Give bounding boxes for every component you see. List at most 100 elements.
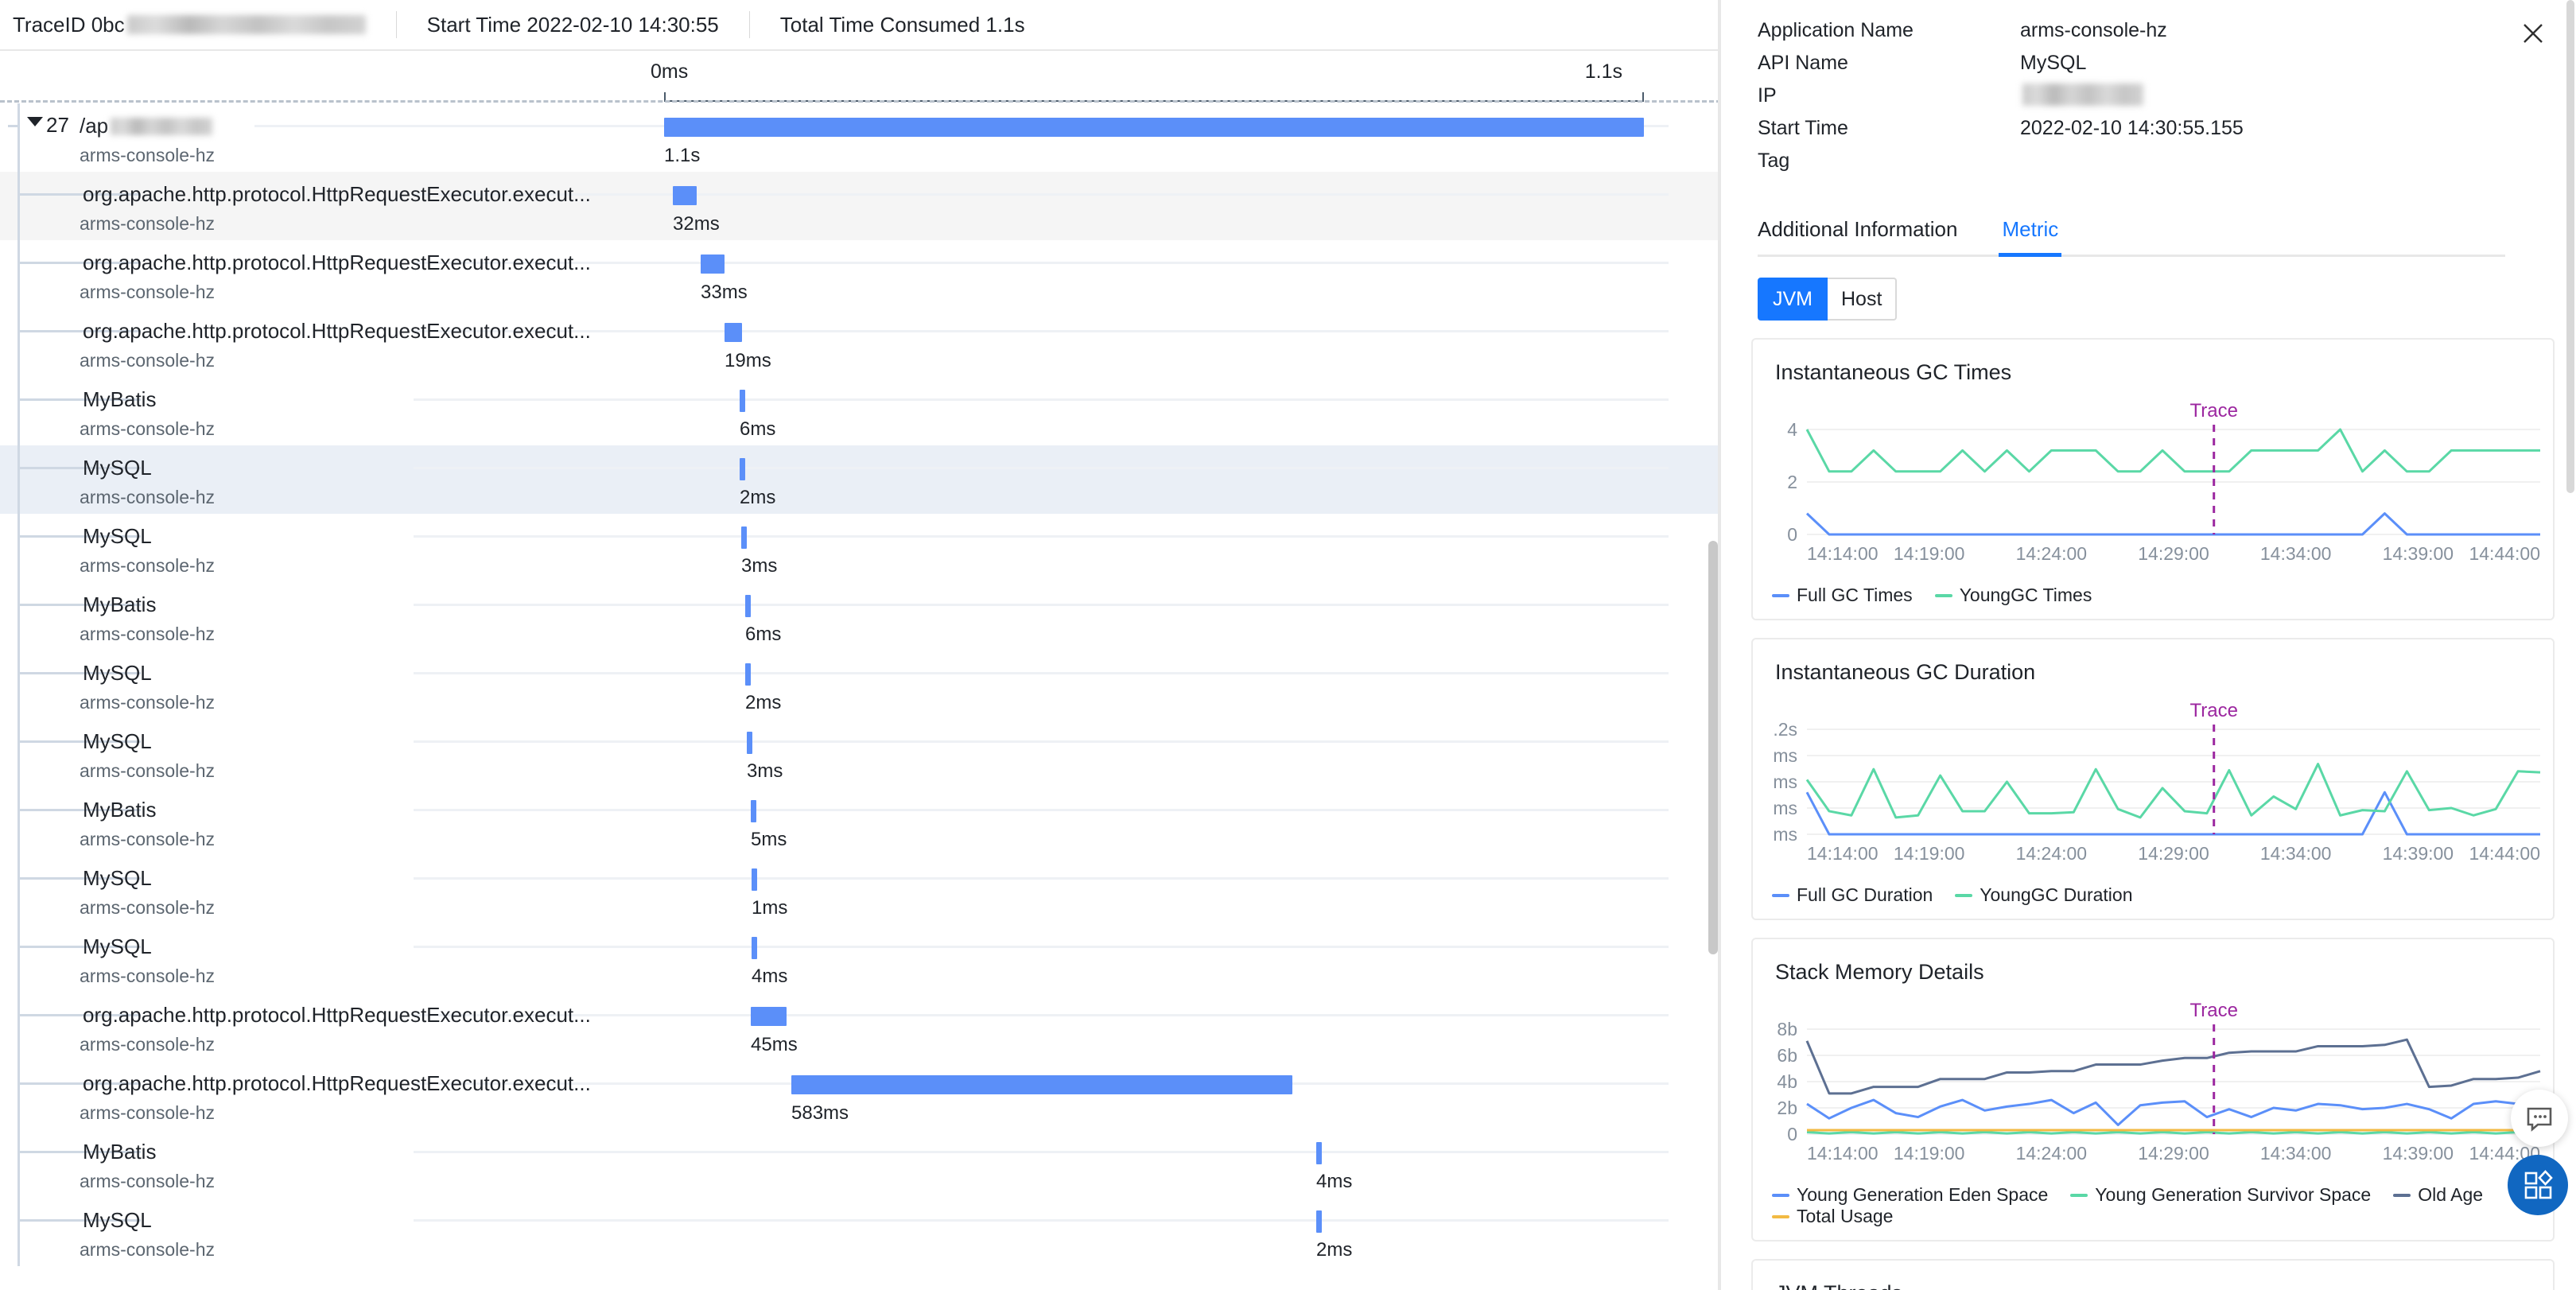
legend-item[interactable]: YoungGC Duration — [1955, 884, 2132, 906]
span-row[interactable]: MySQLarms-console-hz2ms — [0, 445, 1721, 514]
span-name[interactable]: MySQL — [83, 729, 152, 754]
tab-metric[interactable]: Metric — [2002, 217, 2058, 255]
span-row[interactable]: MyBatisarms-console-hz5ms — [0, 787, 1721, 856]
x-axis-tick: 14:34:00 — [2260, 543, 2332, 564]
span-duration-bar[interactable] — [741, 526, 747, 549]
span-duration-bar[interactable] — [751, 800, 756, 822]
span-row[interactable]: MyBatisarms-console-hz4ms — [0, 1129, 1721, 1198]
span-name[interactable]: MySQL — [83, 456, 152, 480]
legend-item[interactable]: Full GC Times — [1772, 585, 1913, 606]
legend-item[interactable]: Young Generation Eden Space — [1772, 1184, 2048, 1206]
legend-item[interactable]: Old Age — [2393, 1184, 2483, 1206]
tree-vertical-line — [17, 993, 20, 1061]
span-duration-bar[interactable] — [751, 1007, 787, 1026]
span-duration-bar[interactable] — [745, 663, 751, 686]
span-row[interactable]: MySQLarms-console-hz2ms — [0, 651, 1721, 719]
span-row[interactable]: 27/aparms-console-hz1.1s — [0, 103, 1721, 172]
tree-vertical-line — [17, 651, 20, 719]
x-axis-tick: 14:19:00 — [1894, 1143, 1965, 1164]
span-row[interactable]: MySQLarms-console-hz3ms — [0, 719, 1721, 787]
y-axis-tick: 0 — [1787, 524, 1797, 545]
span-row[interactable]: MySQLarms-console-hz4ms — [0, 924, 1721, 993]
span-row[interactable]: org.apache.http.protocol.HttpRequestExec… — [0, 172, 1721, 240]
span-duration-bar[interactable] — [740, 390, 745, 412]
span-duration-bar[interactable] — [1316, 1142, 1322, 1164]
span-duration-bar[interactable] — [673, 186, 697, 205]
span-name[interactable]: org.apache.http.protocol.HttpRequestExec… — [83, 1071, 591, 1096]
x-axis-tick: 14:39:00 — [2383, 1143, 2454, 1164]
x-axis-tick: 14:34:00 — [2260, 843, 2332, 864]
detail-tabs[interactable]: Additional Information Metric — [1758, 208, 2505, 257]
legend-label: Total Usage — [1797, 1206, 1893, 1227]
span-name[interactable]: MyBatis — [83, 593, 156, 617]
segment-jvm[interactable]: JVM — [1758, 278, 1828, 321]
span-row[interactable]: MySQLarms-console-hz2ms — [0, 1198, 1721, 1266]
span-duration-bar[interactable] — [747, 732, 752, 754]
span-row[interactable]: org.apache.http.protocol.HttpRequestExec… — [0, 309, 1721, 377]
span-row[interactable]: MySQLarms-console-hz1ms — [0, 856, 1721, 924]
span-duration-label: 6ms — [745, 624, 781, 646]
waterfall-scrollbar[interactable] — [1708, 0, 1718, 1187]
span-duration-bar[interactable] — [745, 595, 751, 617]
span-row[interactable]: MyBatisarms-console-hz6ms — [0, 377, 1721, 445]
legend-item[interactable]: Young Generation Survivor Space — [2070, 1184, 2371, 1206]
span-name[interactable]: org.apache.http.protocol.HttpRequestExec… — [83, 319, 591, 344]
chart-title: Instantaneous GC Times — [1775, 360, 2553, 385]
span-row[interactable]: MySQLarms-console-hz3ms — [0, 514, 1721, 582]
panel-scrollbar-thumb[interactable] — [2566, 0, 2574, 493]
span-row[interactable]: MyBatisarms-console-hz6ms — [0, 582, 1721, 651]
y-axis-tick: 4 — [1787, 419, 1797, 440]
span-row[interactable]: org.apache.http.protocol.HttpRequestExec… — [0, 1061, 1721, 1129]
chat-bubble-icon[interactable] — [2511, 1090, 2568, 1147]
span-name[interactable]: /ap — [80, 114, 212, 138]
span-name[interactable]: MySQL — [83, 661, 152, 686]
span-name[interactable]: MyBatis — [83, 798, 156, 822]
segment-host[interactable]: Host — [1828, 278, 1897, 321]
legend-item[interactable]: YoungGC Times — [1935, 585, 2092, 606]
span-name[interactable]: MySQL — [83, 866, 152, 891]
span-duration-bar[interactable] — [725, 323, 742, 342]
tab-additional-information[interactable]: Additional Information — [1758, 217, 1957, 255]
caret-down-icon[interactable] — [27, 117, 43, 126]
span-duration-label: 1.1s — [664, 145, 700, 167]
span-row[interactable]: org.apache.http.protocol.HttpRequestExec… — [0, 993, 1721, 1061]
trace-marker-label: Trace — [2189, 400, 2237, 422]
row-guide-line — [414, 330, 1669, 332]
close-icon[interactable] — [2517, 17, 2549, 49]
span-rows-container[interactable]: 27/aparms-console-hz1.1s org.apache.http.… — [0, 103, 1721, 1290]
span-application-name: arms-console-hz — [80, 350, 215, 371]
span-duration-bar[interactable] — [701, 255, 725, 274]
span-name[interactable]: org.apache.http.protocol.HttpRequestExec… — [83, 182, 591, 207]
span-duration-bar[interactable] — [752, 868, 757, 891]
tree-vertical-line — [17, 1198, 20, 1266]
span-row[interactable]: org.apache.http.protocol.HttpRequestExec… — [0, 240, 1721, 309]
chart-svg: msmsmsms.2sTrace14:14:0014:19:0014:24:00… — [1753, 685, 2553, 876]
span-duration-bar[interactable] — [740, 458, 745, 480]
metric-scope-segmented[interactable]: JVMHost — [1758, 278, 2576, 321]
span-duration-bar[interactable] — [752, 937, 757, 959]
tree-vertical-line — [17, 514, 20, 582]
waterfall-scrollbar-thumb[interactable] — [1708, 541, 1718, 954]
x-axis-tick: 14:29:00 — [2138, 843, 2209, 864]
chart-plot-area: 02b4b6b8bTrace14:14:0014:19:0014:24:0014… — [1753, 985, 2556, 1179]
legend-item[interactable]: Total Usage — [1772, 1206, 1893, 1227]
y-axis-tick: 2b — [1777, 1098, 1797, 1118]
legend-item[interactable]: Full GC Duration — [1772, 884, 1933, 906]
span-application-name: arms-console-hz — [80, 1171, 215, 1192]
span-name[interactable]: MySQL — [83, 934, 152, 959]
span-name[interactable]: MyBatis — [83, 1140, 156, 1164]
chart-legend: Full GC Times YoungGC Times — [1772, 585, 2553, 606]
span-meta-list: Application Namearms-console-hzAPI NameM… — [1721, 0, 2576, 177]
apps-grid-icon[interactable] — [2508, 1155, 2568, 1215]
span-name[interactable]: org.apache.http.protocol.HttpRequestExec… — [83, 251, 591, 275]
meta-row: API NameMySQL — [1758, 47, 2576, 80]
meta-key: API Name — [1758, 52, 2020, 75]
span-duration-bar[interactable] — [1316, 1210, 1322, 1233]
span-duration-bar[interactable] — [664, 118, 1644, 137]
span-name[interactable]: org.apache.http.protocol.HttpRequestExec… — [83, 1003, 591, 1028]
span-duration-bar[interactable] — [791, 1075, 1292, 1094]
span-name[interactable]: MyBatis — [83, 387, 156, 412]
span-name[interactable]: MySQL — [83, 1208, 152, 1233]
span-name[interactable]: MySQL — [83, 524, 152, 549]
panel-scrollbar[interactable] — [2566, 0, 2574, 1290]
